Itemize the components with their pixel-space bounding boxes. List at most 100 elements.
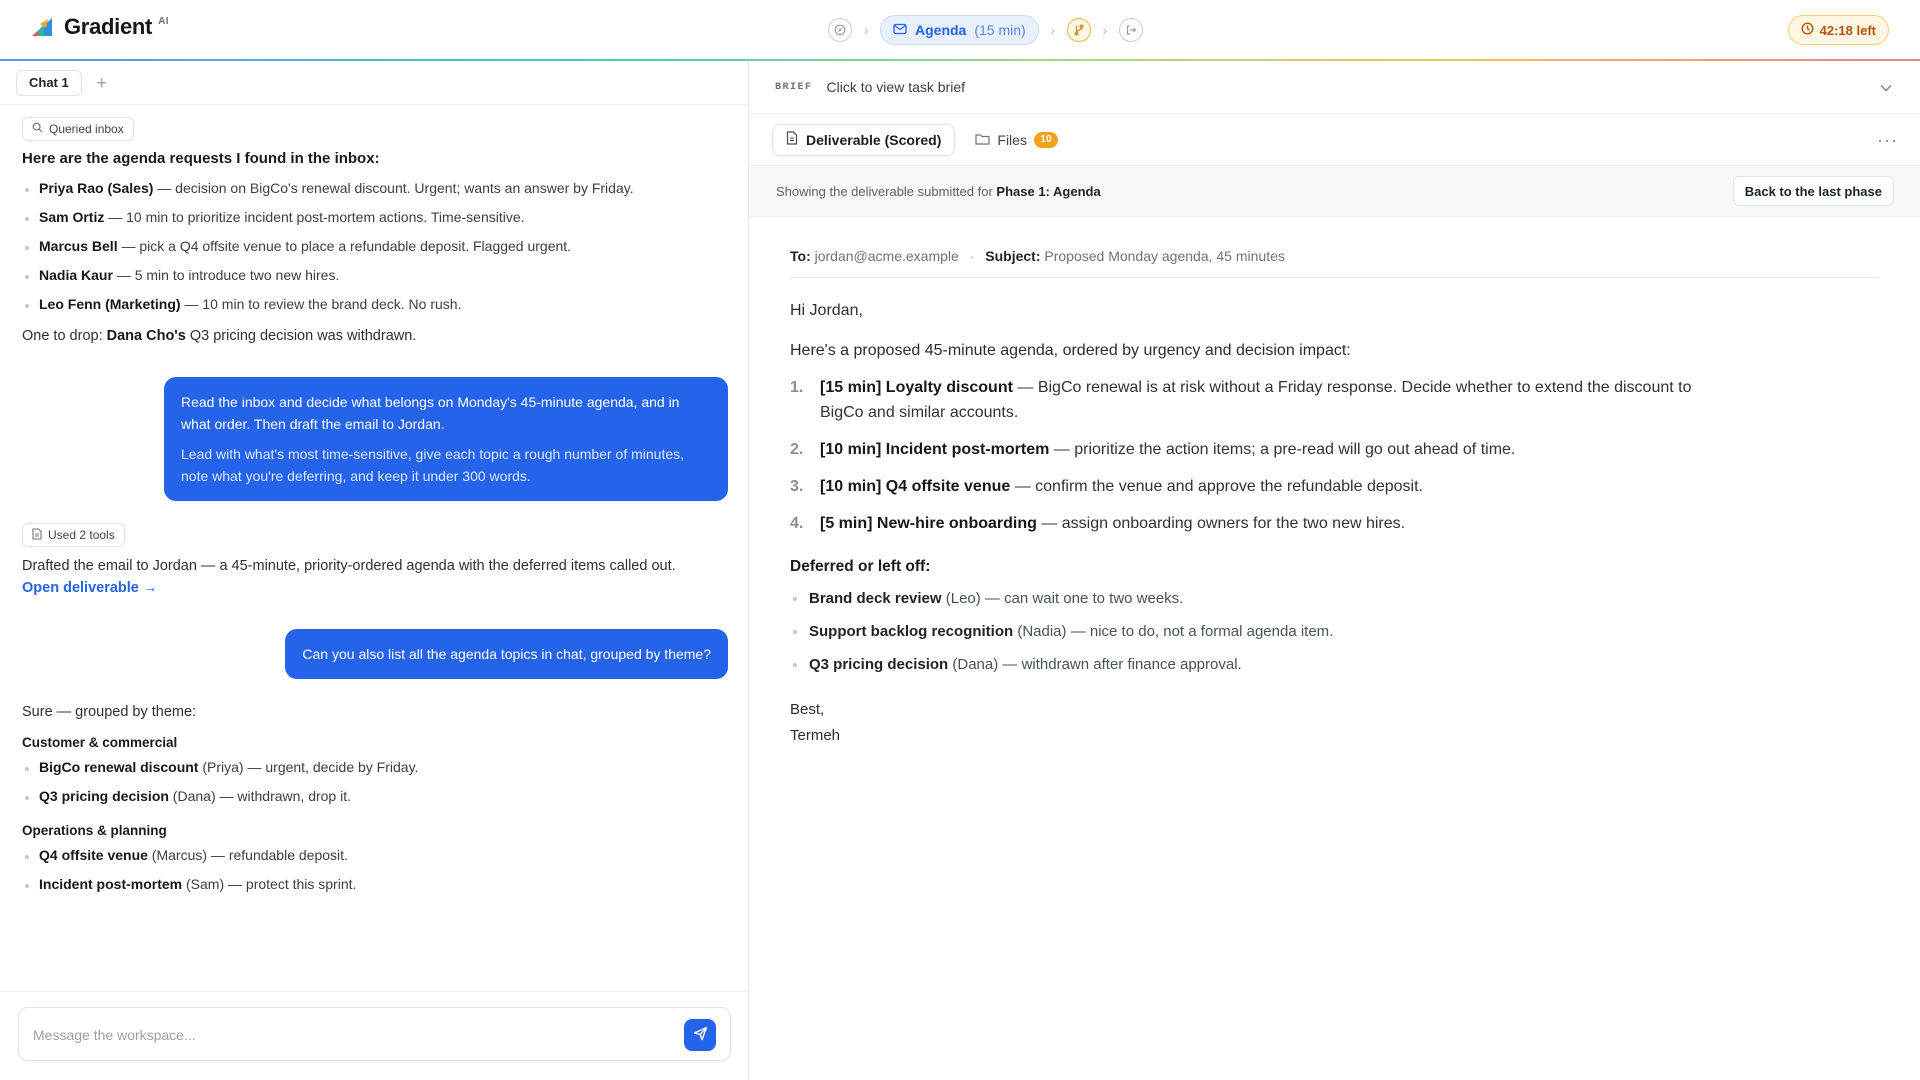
- topic-owner: (Marcus): [147, 847, 208, 863]
- deferred-owner: (Nadia): [1013, 623, 1067, 640]
- closing: Best,: [790, 701, 825, 718]
- deferred-item: Q3 pricing decision (Dana) — withdrawn a…: [790, 648, 1710, 681]
- theme-list: BigCo renewal discount (Priya) — urgent,…: [22, 753, 728, 811]
- meta-separator: ·: [969, 248, 975, 264]
- list-item: Incident post-mortem (Sam) — protect thi…: [22, 870, 728, 899]
- topic-owner: (Priya): [198, 759, 244, 775]
- deferred-title: Q3 pricing decision: [809, 656, 949, 673]
- topic-text: — refundable deposit.: [207, 847, 348, 863]
- requester-name: Sam Ortiz: [39, 209, 105, 225]
- topic-name: BigCo renewal discount: [39, 759, 199, 775]
- files-count-badge: 10: [1033, 131, 1058, 148]
- phase-name: Phase 1: Agenda: [996, 183, 1101, 199]
- tool-call-label: Used 2 tools: [48, 528, 115, 542]
- user-message: Read the inbox and decide what belongs o…: [164, 377, 728, 501]
- requester-name: Leo Fenn (Marketing): [39, 296, 181, 312]
- step-exit-icon[interactable]: [1118, 18, 1143, 42]
- request-text: — decision on BigCo's renewal discount. …: [153, 180, 634, 196]
- document-icon: [786, 131, 798, 148]
- list-item: BigCo renewal discount (Priya) — urgent,…: [22, 753, 728, 782]
- topic-text: — urgent, decide by Friday.: [243, 759, 419, 775]
- deferred-title: Support backlog recognition: [809, 623, 1014, 640]
- list-item: Nadia Kaur — 5 min to introduce two new …: [22, 261, 728, 290]
- tab-deliverable-label: Deliverable (Scored): [806, 131, 942, 148]
- chevron-right-icon: ›: [1050, 22, 1056, 38]
- request-text: — 5 min to introduce two new hires.: [112, 267, 340, 283]
- theme-list: Q4 offsite venue (Marcus) — refundable d…: [22, 841, 728, 899]
- topic-text: — withdrawn, drop it.: [215, 788, 351, 804]
- list-item: Leo Fenn (Marketing) — 10 min to review …: [22, 290, 728, 319]
- tool-call-badge[interactable]: Used 2 tools: [22, 523, 125, 547]
- requester-name: Nadia Kaur: [39, 267, 113, 283]
- chat-panel: Chat 1 + Queried inbox Here are the agen…: [0, 61, 749, 1080]
- send-button[interactable]: [684, 1019, 716, 1051]
- to-address: jordan@acme.example: [814, 248, 959, 264]
- agenda-item: 2. [10 min] Incident post-mortem — priori…: [790, 437, 1710, 462]
- user-message-row: Can you also list all the agenda topics …: [22, 629, 728, 679]
- list-item: Priya Rao (Sales) — decision on BigCo's …: [22, 174, 728, 203]
- topic-name: Q4 offsite venue: [39, 847, 148, 863]
- tab-files[interactable]: Files 10: [969, 131, 1064, 148]
- list-item: Marcus Bell — pick a Q4 offsite venue to…: [22, 232, 728, 261]
- deferred-heading: Deferred or left off:: [790, 558, 931, 575]
- user-message-paragraph: Lead with what's most time-sensitive, gi…: [181, 446, 685, 484]
- list-item: Q3 pricing decision (Dana) — withdrawn, …: [22, 782, 728, 811]
- app-name: Gradient: [64, 14, 153, 39]
- to-label: To:: [790, 248, 811, 264]
- user-message-paragraph: Read the inbox and decide what belongs o…: [181, 394, 680, 432]
- step-compass-icon[interactable]: [828, 18, 852, 42]
- topic-text: — protect this sprint.: [224, 876, 357, 892]
- step-branch-icon[interactable]: [1066, 18, 1091, 42]
- step-duration: (15 min): [974, 22, 1026, 38]
- theme-heading: Customer & commercial: [22, 735, 178, 750]
- item-title: [5 min] New-hire onboarding: [820, 515, 1037, 532]
- subject-text: Proposed Monday agenda, 45 minutes: [1044, 248, 1285, 264]
- step-current-agenda[interactable]: Agenda (15 min): [880, 15, 1039, 45]
- tab-deliverable[interactable]: Deliverable (Scored): [772, 123, 956, 156]
- theme-heading: Operations & planning: [22, 823, 167, 838]
- message-input[interactable]: [33, 1022, 673, 1048]
- tab-chat-1[interactable]: Chat 1: [16, 69, 82, 96]
- more-options-icon[interactable]: ···: [1877, 130, 1898, 151]
- signature: Termeh: [790, 727, 841, 744]
- agenda-item: 3. [10 min] Q4 offsite venue — confirm th…: [790, 474, 1710, 499]
- topic-owner: (Sam): [182, 876, 225, 892]
- agenda-list: 1. [15 min] Loyalty discount — BigCo rene…: [790, 375, 1710, 536]
- user-message-paragraph: Can you also list all the agenda topics …: [302, 646, 711, 662]
- subject-label: Subject:: [985, 248, 1041, 264]
- time-remaining-text: 42:18 left: [1819, 22, 1876, 38]
- message-composer: [18, 1007, 731, 1061]
- request-list: Priya Rao (Sales) — decision on BigCo's …: [22, 174, 728, 319]
- brief-text: Click to view task brief: [826, 79, 965, 95]
- message-heading: Here are the agenda requests I found in …: [22, 150, 380, 167]
- assistant-text: Drafted the email to Jordan — a 45-minut…: [22, 558, 676, 574]
- request-text: — 10 min to review the brand deck. No ru…: [180, 296, 462, 312]
- topic-owner: (Dana): [168, 788, 216, 804]
- user-message: Can you also list all the agenda topics …: [285, 629, 728, 679]
- time-remaining-badge: 42:18 left: [1787, 15, 1889, 45]
- brand[interactable]: Gradient AI: [30, 14, 169, 40]
- user-message-row: Read the inbox and decide what belongs o…: [22, 377, 728, 501]
- item-number: 4.: [790, 515, 804, 532]
- open-deliverable-link[interactable]: Open deliverable →: [22, 580, 157, 596]
- topic-name: Q3 pricing decision: [39, 788, 169, 804]
- item-text: — assign onboarding owners for the two n…: [1036, 515, 1406, 532]
- back-to-last-phase-button[interactable]: Back to the last phase: [1732, 176, 1894, 206]
- top-bar: Gradient AI › Agenda (15 min) › › 42:18 …: [0, 0, 1920, 61]
- chevron-down-icon[interactable]: [1880, 79, 1892, 96]
- phase-info-text: Showing the deliverable submitted for Ph…: [776, 184, 1101, 199]
- gradient-logo-icon: [30, 16, 54, 38]
- item-text: — prioritize the action items; a pre-rea…: [1049, 441, 1516, 458]
- request-text: — pick a Q4 offsite venue to place a ref…: [117, 238, 572, 254]
- requester-name: Marcus Bell: [39, 238, 118, 254]
- task-brief-toggle[interactable]: BRIEF Click to view task brief: [750, 61, 1920, 114]
- email-body: Hi Jordan, Here's a proposed 45-minute a…: [790, 298, 1710, 749]
- tool-call-badge[interactable]: Queried inbox: [22, 117, 134, 141]
- item-title: [10 min] Incident post-mortem: [820, 441, 1050, 458]
- add-chat-tab-button[interactable]: +: [92, 74, 112, 92]
- tool-call-label: Queried inbox: [49, 122, 124, 136]
- chevron-right-icon: ›: [1102, 22, 1108, 38]
- deferred-title: Brand deck review: [809, 590, 942, 607]
- list-item: Sam Ortiz — 10 min to prioritize inciden…: [22, 203, 728, 232]
- open-deliverable-label: Open deliverable: [22, 580, 139, 596]
